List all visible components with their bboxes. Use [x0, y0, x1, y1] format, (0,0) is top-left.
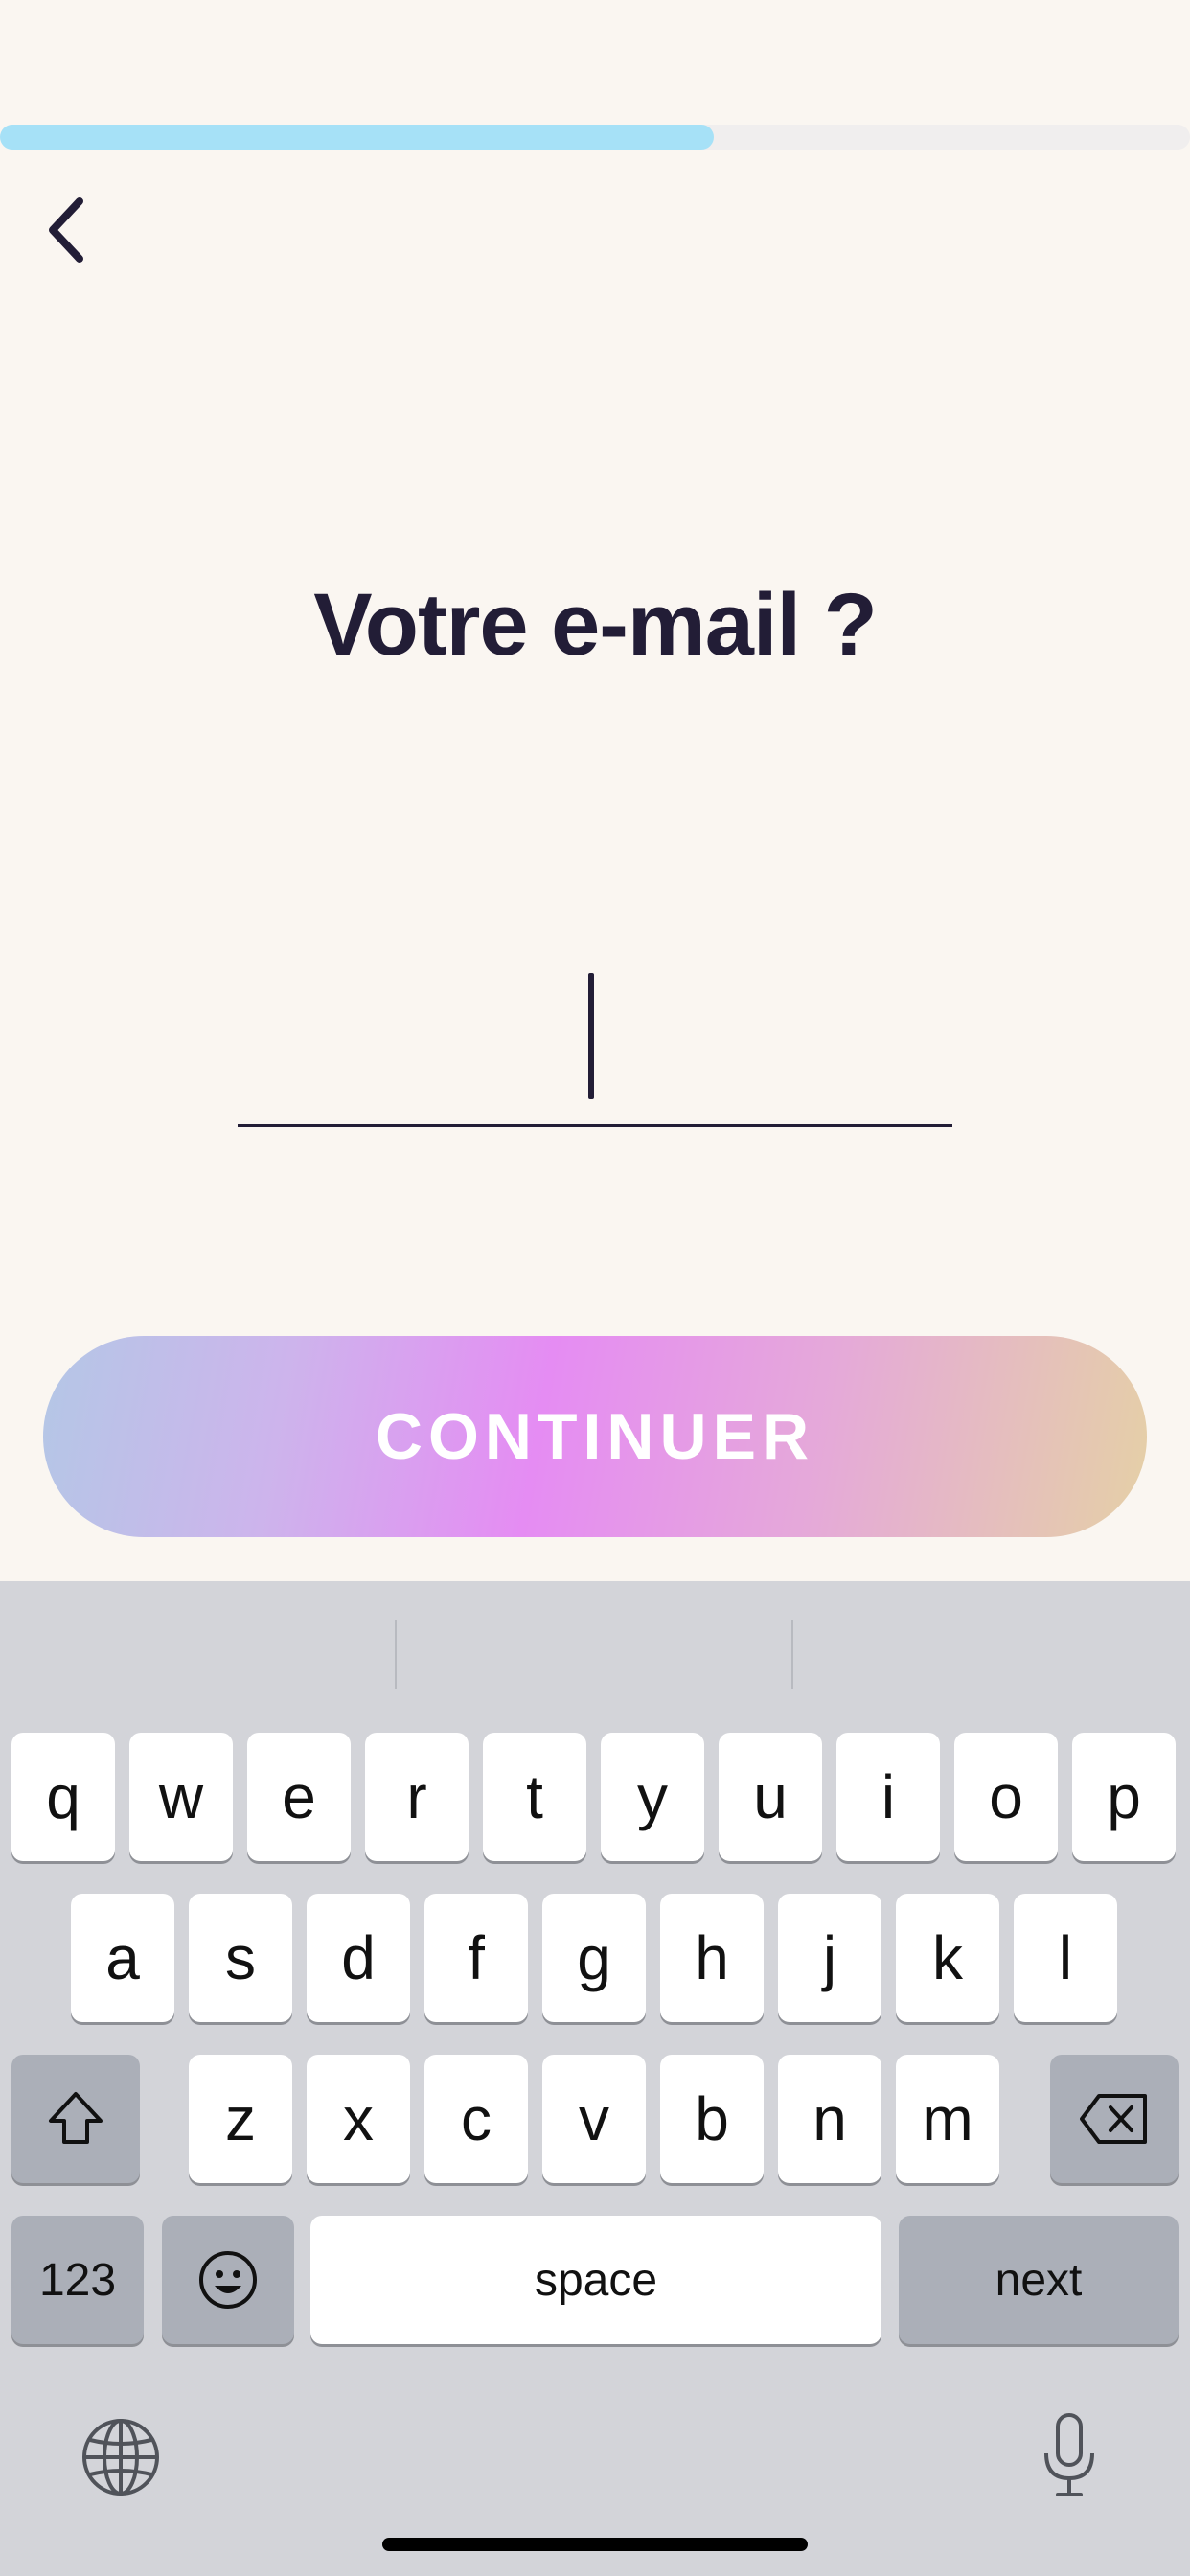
page-title: Votre e-mail ?: [313, 576, 878, 674]
microphone-button[interactable]: [1025, 2407, 1113, 2503]
key-h[interactable]: h: [660, 1894, 764, 2022]
email-input[interactable]: [238, 949, 952, 1124]
keyboard: q w e r t y u i o p a s d f g h j k l z …: [0, 1581, 1190, 2576]
key-z[interactable]: z: [189, 2055, 292, 2183]
progress-bar: [0, 125, 1190, 150]
home-indicator: [382, 2538, 808, 2551]
suggestion-divider: [791, 1620, 793, 1689]
shift-icon: [49, 2092, 103, 2144]
numbers-key[interactable]: 123: [11, 2216, 144, 2344]
key-i[interactable]: i: [836, 1733, 940, 1861]
key-b[interactable]: b: [660, 2055, 764, 2183]
back-button[interactable]: [29, 182, 105, 278]
key-d[interactable]: d: [307, 1894, 410, 2022]
chevron-left-icon: [49, 197, 83, 263]
microphone-icon: [1044, 2413, 1094, 2496]
globe-icon: [82, 2419, 159, 2496]
email-field[interactable]: [238, 949, 952, 1127]
continue-button-label: CONTINUER: [375, 1400, 815, 1473]
key-t[interactable]: t: [483, 1733, 586, 1861]
globe-button[interactable]: [77, 2413, 165, 2501]
key-c[interactable]: c: [424, 2055, 528, 2183]
key-p[interactable]: p: [1072, 1733, 1176, 1861]
key-s[interactable]: s: [189, 1894, 292, 2022]
emoji-icon: [199, 2251, 257, 2309]
suggestion-divider: [395, 1620, 397, 1689]
text-caret: [588, 973, 594, 1099]
key-v[interactable]: v: [542, 2055, 646, 2183]
key-w[interactable]: w: [129, 1733, 233, 1861]
key-y[interactable]: y: [601, 1733, 704, 1861]
emoji-key[interactable]: [162, 2216, 294, 2344]
continue-button[interactable]: CONTINUER: [43, 1336, 1147, 1537]
key-g[interactable]: g: [542, 1894, 646, 2022]
key-m[interactable]: m: [896, 2055, 999, 2183]
next-key[interactable]: next: [899, 2216, 1179, 2344]
key-o[interactable]: o: [954, 1733, 1058, 1861]
progress-bar-fill: [0, 125, 715, 150]
shift-key[interactable]: [11, 2055, 140, 2183]
key-e[interactable]: e: [247, 1733, 351, 1861]
key-l[interactable]: l: [1014, 1894, 1117, 2022]
key-q[interactable]: q: [11, 1733, 115, 1861]
key-j[interactable]: j: [778, 1894, 881, 2022]
key-k[interactable]: k: [896, 1894, 999, 2022]
key-r[interactable]: r: [365, 1733, 469, 1861]
backspace-icon: [1080, 2094, 1147, 2144]
key-x[interactable]: x: [307, 2055, 410, 2183]
key-f[interactable]: f: [424, 1894, 528, 2022]
backspace-key[interactable]: [1050, 2055, 1179, 2183]
key-n[interactable]: n: [778, 2055, 881, 2183]
key-u[interactable]: u: [719, 1733, 822, 1861]
space-key[interactable]: space: [310, 2216, 881, 2344]
key-a[interactable]: a: [71, 1894, 174, 2022]
